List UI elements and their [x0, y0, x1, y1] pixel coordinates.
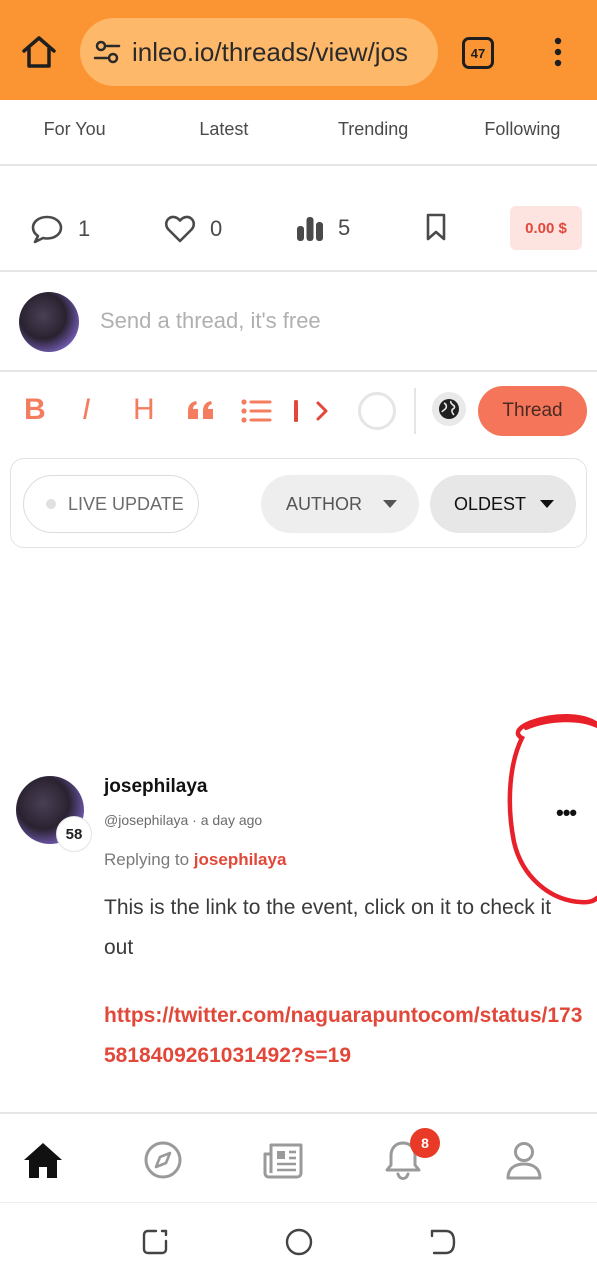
browser-menu-icon[interactable]	[548, 36, 568, 68]
post-body: This is the link to the event, click on …	[104, 896, 552, 959]
user-avatar	[19, 292, 79, 352]
page: inleo.io/threads/view/jos 47 For You Lat…	[0, 0, 597, 1280]
comment-icon	[31, 215, 63, 244]
author-filter-dropdown[interactable]: AUTHOR	[261, 475, 419, 533]
post-link[interactable]: https://twitter.com/naguarapuntocom/stat…	[104, 996, 584, 1076]
author-handle[interactable]: @josephilaya	[104, 812, 188, 828]
live-status-dot	[46, 499, 56, 509]
bottom-navigation	[0, 1112, 597, 1202]
post-time: a day ago	[200, 812, 263, 828]
bar-chart-icon	[297, 217, 323, 241]
heart-icon	[164, 215, 196, 243]
address-bar[interactable]: inleo.io/threads/view/jos	[80, 18, 438, 86]
news-icon[interactable]	[261, 1138, 305, 1182]
replying-to: Replying to josephilaya	[104, 850, 286, 870]
replying-to-user-link[interactable]: josephilaya	[194, 850, 287, 869]
live-update-label: LIVE UPDATE	[68, 493, 184, 514]
chevron-down-icon	[383, 500, 397, 508]
feed-tabs: For You Latest Trending Following	[0, 100, 597, 166]
author-meta: @josephilaya · a day ago	[104, 812, 262, 828]
back-icon[interactable]	[428, 1227, 458, 1257]
italic-icon[interactable]: I	[82, 394, 90, 426]
bold-icon[interactable]: B	[24, 394, 46, 426]
url-text[interactable]: inleo.io/threads/view/jos	[132, 37, 438, 68]
recent-apps-icon[interactable]	[140, 1227, 170, 1257]
notifications-count-badge: 8	[410, 1128, 440, 1158]
globe-icon	[439, 399, 459, 419]
replies-filter-bar: LIVE UPDATE AUTHOR OLDEST	[10, 458, 587, 548]
live-update-toggle[interactable]: LIVE UPDATE	[23, 475, 199, 533]
replying-to-label: Replying to	[104, 850, 190, 869]
heading-icon[interactable]: H	[133, 394, 155, 426]
comments-button[interactable]: 1	[30, 214, 90, 244]
sort-dropdown[interactable]: OLDEST	[430, 475, 576, 533]
more-options-icon[interactable]: •••	[556, 800, 577, 826]
profile-icon[interactable]	[502, 1138, 546, 1182]
views-stat: 5	[296, 214, 350, 242]
toolbar-divider	[414, 388, 416, 434]
system-navigation-bar	[0, 1202, 597, 1280]
home-icon[interactable]	[21, 1138, 65, 1182]
explore-icon[interactable]	[141, 1138, 185, 1182]
tab-following[interactable]: Following	[448, 100, 597, 164]
post-thread-button[interactable]: Thread	[478, 386, 587, 436]
home-circle-icon[interactable]	[284, 1227, 314, 1257]
payout-badge[interactable]: 0.00 $	[510, 206, 582, 250]
tab-trending[interactable]: Trending	[299, 100, 448, 164]
chevron-down-icon	[540, 500, 554, 508]
views-count: 5	[338, 215, 351, 240]
list-icon[interactable]	[240, 398, 272, 424]
bookmark-icon[interactable]	[424, 212, 448, 242]
comments-count: 1	[78, 216, 91, 241]
quote-icon[interactable]	[186, 399, 216, 421]
browser-home-icon[interactable]	[20, 34, 58, 70]
site-settings-icon[interactable]	[92, 37, 122, 67]
tab-latest[interactable]: Latest	[149, 100, 298, 164]
thread-input[interactable]: Send a thread, it's free	[100, 308, 321, 334]
tab-for-you[interactable]: For You	[0, 100, 149, 164]
thread-reply: 58 josephilaya @josephilaya · a day ago …	[0, 770, 597, 1110]
like-button[interactable]: 0	[164, 214, 222, 244]
author-filter-label: AUTHOR	[286, 493, 362, 514]
thread-stats: 1 0 5 0.00 $	[0, 166, 597, 272]
sort-label: OLDEST	[454, 493, 527, 514]
editor-toolbar: B I H Thread	[0, 372, 597, 448]
character-counter	[358, 392, 396, 430]
browser-toolbar: inleo.io/threads/view/jos 47	[0, 0, 597, 100]
more-arrow-icon[interactable]	[292, 398, 332, 424]
reputation-badge: 58	[56, 816, 92, 852]
meta-separator: ·	[192, 812, 197, 828]
author-name[interactable]: josephilaya	[104, 776, 208, 798]
compose-box: Send a thread, it's free	[0, 272, 597, 372]
visibility-button[interactable]	[432, 392, 466, 426]
likes-count: 0	[210, 216, 223, 241]
tab-switcher-button[interactable]: 47	[462, 37, 494, 69]
